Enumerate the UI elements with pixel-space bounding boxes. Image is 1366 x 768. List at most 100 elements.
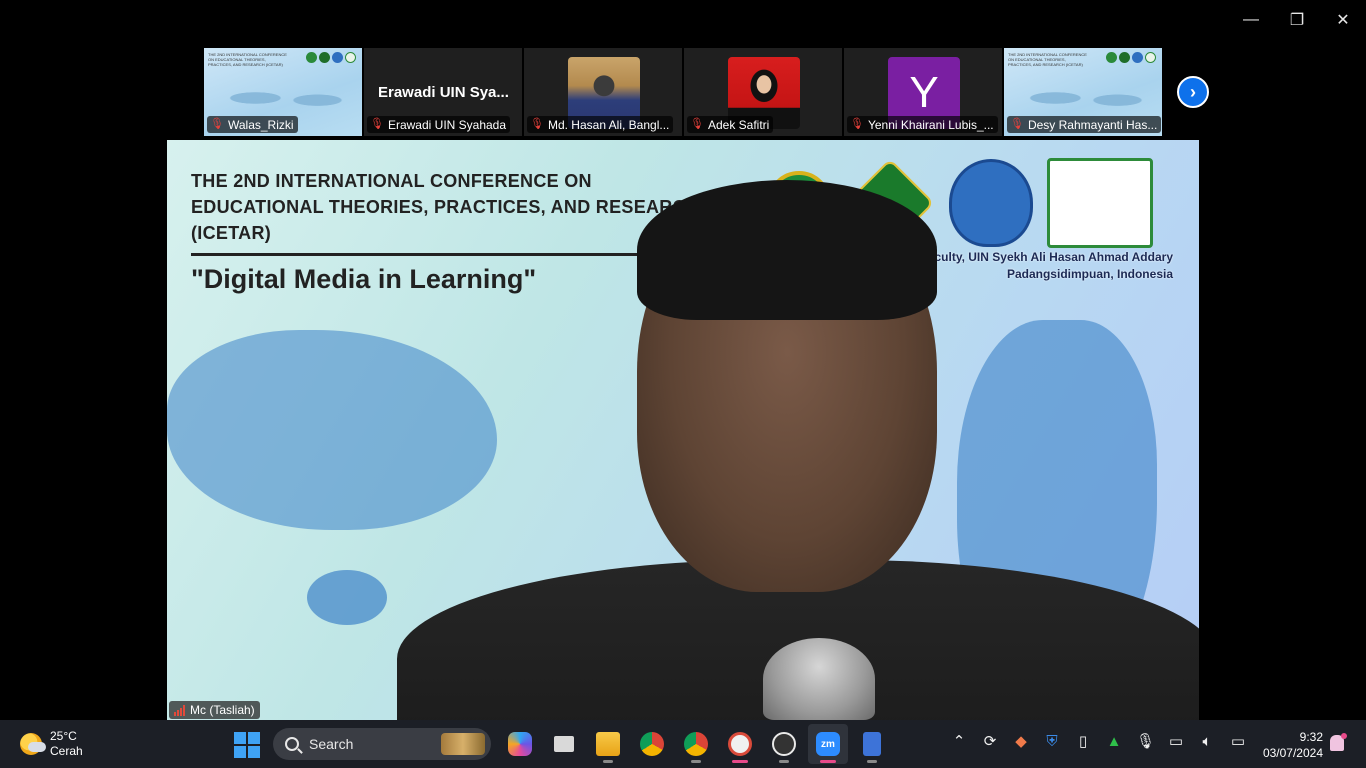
signal-strength-icon (174, 704, 185, 716)
running-indicator (603, 760, 613, 763)
share-thumbnail-map (214, 76, 352, 120)
chrome-icon (640, 732, 664, 756)
usb-icon[interactable]: ▯ (1074, 732, 1092, 750)
drive-icon[interactable]: ▲ (1105, 733, 1123, 750)
running-indicator (867, 760, 877, 763)
recorder-icon (728, 732, 752, 756)
clock-time: 9:32 (1299, 730, 1323, 744)
participant-label: 🎙︎ Erawadi UIN Syahada (367, 116, 511, 133)
clock-date: 03/07/2024 (1262, 746, 1323, 760)
participant-tile-desy[interactable]: THE 2ND INTERNATIONAL CONFERENCE ON EDUC… (1003, 47, 1163, 137)
partly-sunny-icon (20, 733, 46, 755)
participant-name: Desy Rahmayanti Has... (1027, 117, 1158, 132)
defender-icon[interactable]: ⛨ (1043, 733, 1061, 750)
system-tray: ⌃ ⟳ ◆ ⛨ ▯ ▲ 🎙︎ ▭ 🔈︎ ▭ (950, 732, 1247, 751)
share-thumbnail-map (1014, 76, 1152, 120)
participant-label: 🎙︎ Md. Hasan Ali, Bangl... (527, 116, 674, 133)
kemendikbud-logo (949, 159, 1033, 247)
mic-muted-icon: 🎙︎ (370, 118, 384, 130)
participant-name: Walas_Rizki (227, 117, 294, 132)
world-map-australia (307, 570, 387, 625)
copilot-app[interactable] (500, 724, 540, 764)
chrome-profile-icon (684, 732, 708, 756)
window-controls: — ❐ ✕ (1228, 0, 1366, 40)
microphone (763, 638, 875, 720)
notification-bell-icon[interactable] (1330, 733, 1347, 751)
file-explorer-app[interactable] (588, 724, 628, 764)
participant-display-name: Erawadi UIN Sya... (378, 84, 509, 101)
next-page-chevron-icon[interactable]: › (1177, 76, 1209, 108)
participant-strip: THE 2ND INTERNATIONAL CONFERENCE ON EDUC… (203, 47, 1163, 137)
task-view-app[interactable] (544, 724, 584, 764)
task-view-icon (554, 736, 574, 752)
participant-label: 🎙︎ Yenni Khairani Lubis_... (847, 116, 998, 133)
running-indicator (779, 760, 789, 763)
screen-recorder-app[interactable] (720, 724, 760, 764)
mic-muted-icon: 🎙︎ (210, 118, 224, 130)
participant-name: Md. Hasan Ali, Bangl... (547, 117, 670, 132)
participant-name: Yenni Khairani Lubis_... (867, 117, 994, 132)
participant-tile-yenni[interactable]: Y 🎙︎ Yenni Khairani Lubis_... (843, 47, 1003, 137)
active-speaker-video[interactable]: THE 2ND INTERNATIONAL CONFERENCE ON EDUC… (167, 140, 1199, 720)
minimize-button[interactable]: — (1228, 0, 1274, 40)
weather-desc: Cerah (50, 744, 83, 758)
search-placeholder: Search (309, 736, 354, 752)
running-indicator (820, 760, 836, 763)
taskbar-apps: zm (500, 724, 892, 764)
weather-temp: 25°C (50, 729, 77, 743)
calculator-app[interactable] (852, 724, 892, 764)
folder-icon (596, 732, 620, 756)
share-thumbnail-title: THE 2ND INTERNATIONAL CONFERENCE ON EDUC… (208, 52, 287, 67)
share-thumbnail-logos (306, 52, 356, 63)
conference-logo (1047, 158, 1153, 248)
participant-tile-adek[interactable]: 🎙︎ Adek Safitri (683, 47, 843, 137)
world-map-asia (167, 330, 497, 530)
share-thumbnail-logos (1106, 52, 1156, 63)
speaker-label: Mc (Tasliah) (169, 701, 260, 719)
background-title-line: THE 2ND INTERNATIONAL CONFERENCE ON (191, 171, 592, 191)
taskbar-search[interactable]: Search (273, 728, 491, 760)
windows-start-icon[interactable] (234, 732, 260, 758)
copilot-icon (508, 732, 532, 756)
chrome-profile-app[interactable] (676, 724, 716, 764)
play-icon (772, 732, 796, 756)
participant-tile-erawadi[interactable]: Erawadi UIN Sya... 🎙︎ Erawadi UIN Syahad… (363, 47, 523, 137)
volume-icon[interactable]: 🔈︎ (1198, 733, 1216, 750)
restore-button[interactable]: ❐ (1274, 0, 1320, 40)
network-icon[interactable]: ▭ (1167, 732, 1185, 750)
media-player-app[interactable] (764, 724, 804, 764)
participant-tile-walas[interactable]: THE 2ND INTERNATIONAL CONFERENCE ON EDUC… (203, 47, 363, 137)
chevron-up-icon[interactable]: ⌃ (950, 732, 968, 750)
battery-icon[interactable]: ▭ (1229, 732, 1247, 750)
participant-label: 🎙︎ Adek Safitri (687, 116, 774, 133)
participant-label: 🎙︎ Walas_Rizki (207, 116, 298, 133)
zoom-icon: zm (816, 732, 840, 756)
mic-muted-icon: 🎙︎ (850, 118, 864, 130)
clock[interactable]: 9:32 03/07/2024 (1255, 729, 1323, 761)
sync-icon[interactable]: ⟳ (981, 732, 999, 750)
mic-muted-icon: 🎙︎ (1010, 118, 1024, 130)
background-subtitle: "Digital Media in Learning" (191, 264, 537, 294)
taskbar: 25°C Cerah Search zm ⌃ ⟳ ◆ ⛨ ▯ ▲ 🎙︎ ▭ 🔈︎… (0, 720, 1366, 768)
participant-tile-hasan[interactable]: 🎙︎ Md. Hasan Ali, Bangl... (523, 47, 683, 137)
participant-name: Adek Safitri (707, 117, 770, 132)
close-button[interactable]: ✕ (1320, 0, 1366, 40)
speaker-name: Mc (Tasliah) (190, 703, 255, 717)
running-indicator (691, 760, 701, 763)
speaker-hair (637, 180, 937, 320)
mic-muted-icon: 🎙︎ (530, 118, 544, 130)
search-highlight-image (441, 733, 485, 755)
search-icon (285, 737, 299, 751)
mic-muted-icon: 🎙︎ (690, 118, 704, 130)
app-icon[interactable]: ◆ (1012, 732, 1030, 750)
weather-widget[interactable]: 25°C Cerah (20, 729, 83, 759)
background-title-line: EDUCATIONAL THEORIES, PRACTICES, AND RES… (191, 197, 700, 217)
chrome-app[interactable] (632, 724, 672, 764)
share-thumbnail-title: THE 2ND INTERNATIONAL CONFERENCE ON EDUC… (1008, 52, 1087, 67)
microphone-icon[interactable]: 🎙︎ (1136, 732, 1155, 750)
participant-label: 🎙︎ Desy Rahmayanti Has... (1007, 116, 1161, 133)
calculator-icon (863, 732, 881, 756)
zoom-app[interactable]: zm (808, 724, 848, 764)
participant-name: Erawadi UIN Syahada (387, 117, 507, 132)
running-indicator (732, 760, 748, 763)
